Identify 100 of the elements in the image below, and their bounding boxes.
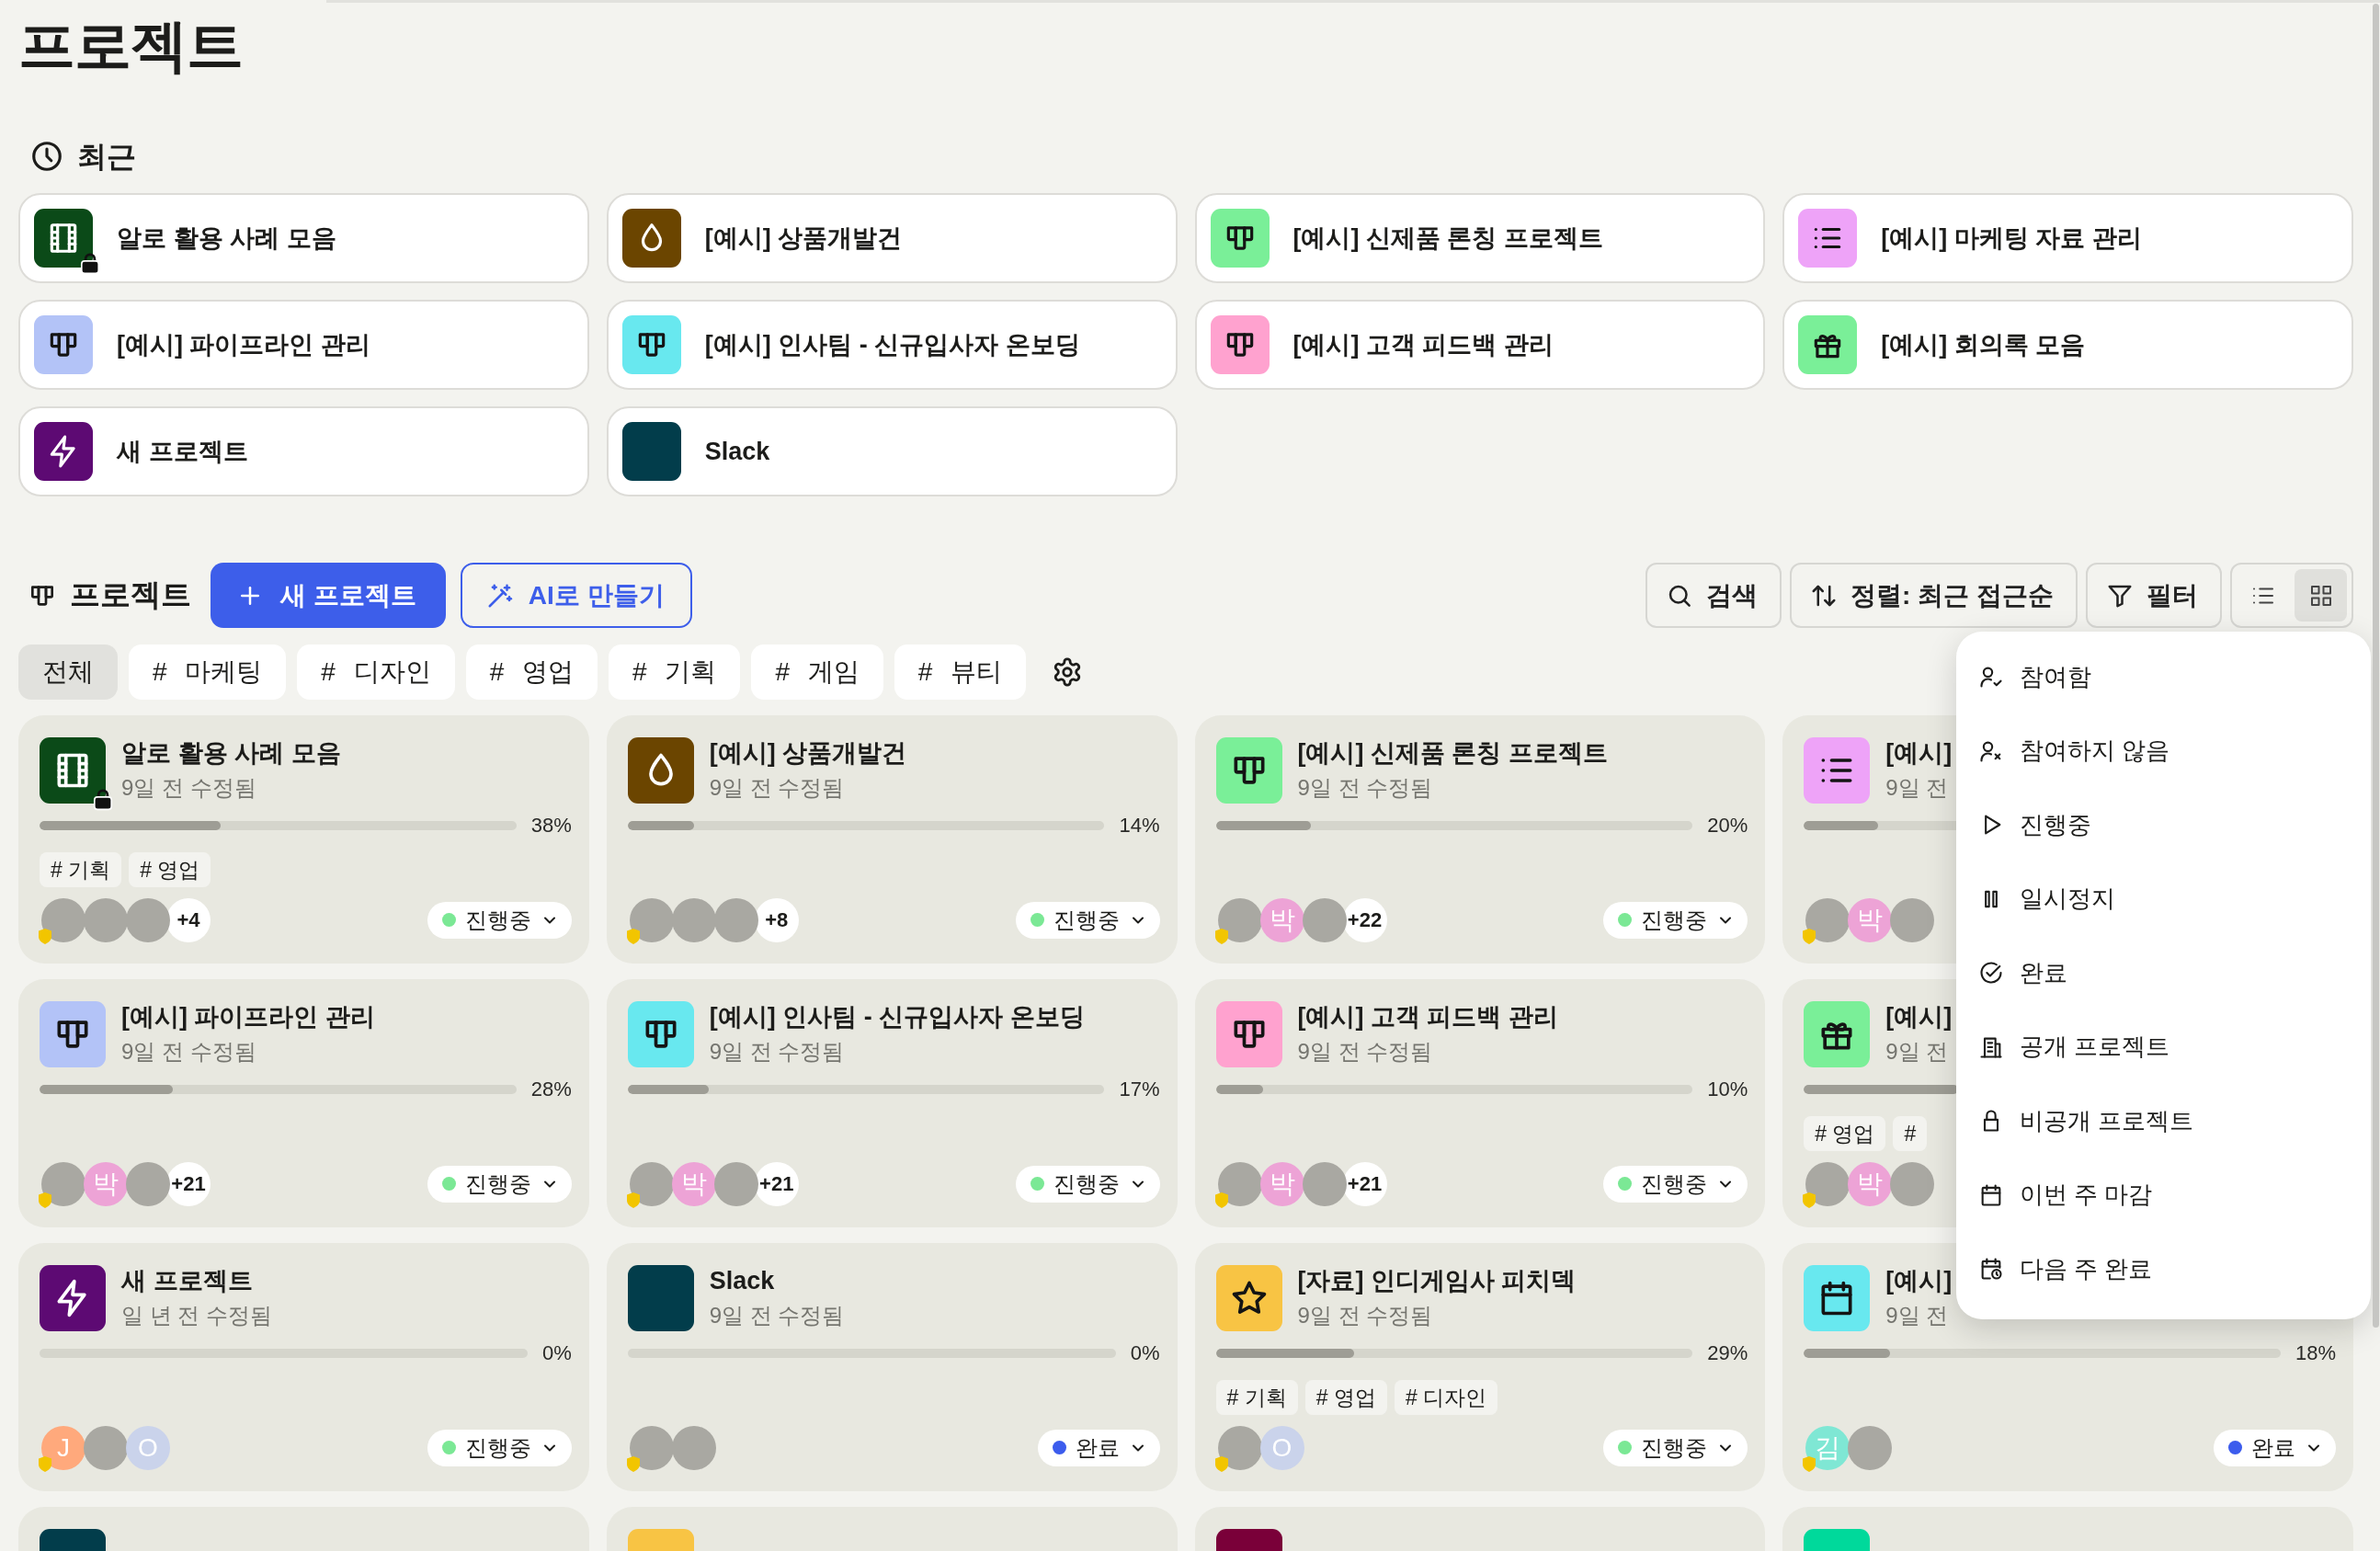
tag: # 기획 — [1215, 1380, 1298, 1415]
recent-project-card[interactable]: 새 프로젝트 — [18, 406, 589, 496]
recent-project-card[interactable]: Slack — [606, 406, 1178, 496]
avatar-placeholder — [1217, 1425, 1262, 1470]
project-card[interactable]: [예시] 신제품 론칭 프로젝트 9일 전 수정됨 20% 박 +22 진행중 — [1194, 715, 1766, 964]
project-card[interactable]: Slack 9일 전 수정됨 0% 완료 — [606, 1243, 1178, 1491]
project-title: [예시] 상품개발건 — [709, 738, 907, 769]
ai-create-button[interactable]: AI로 만들기 — [460, 563, 692, 628]
menu-item[interactable]: 이번 주 마감 — [1956, 1158, 2371, 1232]
modified-time: 9일 전 수정됨 — [709, 1038, 846, 1066]
modified-time: 9일 전 — [1885, 1038, 1950, 1066]
modified-time: 9일 전 — [1885, 1302, 1950, 1329]
progress-percent: 14% — [1119, 814, 1160, 838]
more-members-count: +4 — [166, 897, 211, 942]
menu-item[interactable]: 완료 — [1956, 936, 2371, 1010]
avatar-placeholder — [41, 1161, 85, 1206]
tag-filter[interactable]: # 영업 — [465, 644, 598, 700]
status-dropdown[interactable]: 완료 — [1037, 1429, 1160, 1466]
modified-time: 9일 전 수정됨 — [1297, 774, 1434, 802]
progress-percent: 29% — [1707, 1341, 1748, 1365]
status-dropdown[interactable]: 진행중 — [427, 1429, 572, 1466]
letter-avatar: 박 — [1259, 897, 1304, 942]
menu-item[interactable]: 비공개 프로젝트 — [1956, 1084, 2371, 1158]
project-card[interactable]: 알로 활용 사례 모음 9일 전 수정됨 38% # 기획 # 영업 +4 진행중 — [18, 715, 589, 964]
project-title: [예시] — [1885, 1266, 1953, 1296]
recent-project-card[interactable]: [예시] 상품개발건 — [606, 193, 1178, 283]
section-title: 최근 — [77, 139, 136, 175]
tag-filter[interactable]: 전체 — [18, 644, 118, 700]
letter-avatar: 박 — [1848, 897, 1893, 942]
project-card[interactable] — [18, 1507, 589, 1551]
status-dropdown[interactable]: 진행중 — [1015, 901, 1160, 939]
letter-avatar: 김 — [1805, 1425, 1850, 1470]
recent-project-card[interactable]: [예시] 고객 피드백 관리 — [1194, 300, 1766, 390]
page-title: 프로젝트 — [18, 17, 243, 75]
tag-filter[interactable]: # 마케팅 — [129, 644, 287, 700]
recent-project-card[interactable]: [예시] 파이프라인 관리 — [18, 300, 589, 390]
modified-time: 9일 전 — [1885, 774, 1950, 802]
menu-item[interactable]: 참여함 — [1956, 640, 2371, 714]
progress-percent: 18% — [2295, 1341, 2336, 1365]
progress-percent: 0% — [541, 1341, 572, 1365]
recent-project-card[interactable]: [예시] 인사팀 - 신규입사자 온보딩 — [606, 300, 1178, 390]
status-dropdown[interactable]: 진행중 — [1603, 901, 1748, 939]
project-title: [예시] 파이프라인 관리 — [121, 1002, 375, 1032]
avatar-placeholder — [1217, 1161, 1262, 1206]
tag-filter[interactable]: # 게임 — [751, 644, 883, 700]
status-dropdown[interactable]: 진행중 — [1015, 1165, 1160, 1203]
project-card[interactable]: [예시] 상품개발건 9일 전 수정됨 14% +8 진행중 — [606, 715, 1178, 964]
menu-item[interactable]: 진행중 — [1956, 788, 2371, 862]
project-title: [예시] — [1885, 1002, 1953, 1032]
tag: # 영업 — [129, 852, 211, 887]
modified-time: 9일 전 수정됨 — [1297, 1302, 1434, 1329]
menu-item[interactable]: 일시정지 — [1956, 861, 2371, 936]
letter-avatar: J — [41, 1425, 85, 1470]
recent-project-card[interactable]: [예시] 신제품 론칭 프로젝트 — [1194, 193, 1766, 283]
status-dropdown[interactable]: 진행중 — [427, 1165, 572, 1203]
check-circle-icon — [1978, 960, 2004, 986]
letter-avatar: 박 — [1259, 1161, 1304, 1206]
letter-avatar: 박 — [671, 1161, 716, 1206]
recent-project-card[interactable]: [예시] 회의록 모음 — [1782, 300, 2353, 390]
tag: # 기획 — [40, 852, 122, 887]
status-dropdown[interactable]: 완료 — [2214, 1429, 2336, 1466]
progress-percent: 28% — [530, 1078, 572, 1101]
avatar-placeholder — [1217, 897, 1262, 942]
sort-button[interactable]: 정렬: 최근 접근순 — [1790, 563, 2078, 628]
progress-percent: 38% — [530, 814, 572, 838]
search-button[interactable]: 검색 — [1646, 563, 1782, 628]
new-project-button[interactable]: 새 프로젝트 — [211, 563, 446, 628]
project-title: [예시] 고객 피드백 관리 — [1297, 1002, 1558, 1032]
tag: # 영업 — [1804, 1116, 1886, 1151]
scrollbar[interactable] — [2373, 4, 2379, 1328]
grid-view-button[interactable] — [2295, 569, 2347, 622]
project-title: 알로 활용 사례 모음 — [121, 738, 341, 769]
modified-time: 9일 전 수정됨 — [709, 1302, 845, 1329]
tag: # 디자인 — [1394, 1380, 1498, 1415]
recent-project-card[interactable]: [예시] 마케팅 자료 관리 — [1782, 193, 2353, 283]
avatar-placeholder — [1805, 1161, 1850, 1206]
project-card[interactable]: [예시] 고객 피드백 관리 9일 전 수정됨 10% 박 +21 진행중 — [1194, 979, 1766, 1227]
progress-percent: 17% — [1119, 1078, 1160, 1101]
tag: # — [1893, 1116, 1928, 1151]
progress-percent: 10% — [1707, 1078, 1748, 1101]
project-card[interactable]: [예시] 인사팀 - 신규입사자 온보딩 9일 전 수정됨 17% 박 +21 진행중 — [606, 979, 1178, 1227]
progress-percent: 20% — [1707, 814, 1748, 838]
status-dropdown[interactable]: 진행중 — [1603, 1165, 1748, 1203]
recent-project-card[interactable]: 알로 활용 사례 모음 — [18, 193, 589, 283]
tag: # 영업 — [1304, 1380, 1387, 1415]
tag-filter[interactable]: # 디자인 — [297, 644, 455, 700]
project-title: [예시] 인사팀 - 신규입사자 온보딩 — [709, 1002, 1085, 1032]
letter-avatar: 박 — [84, 1161, 128, 1206]
project-card[interactable]: [예시] 파이프라인 관리 9일 전 수정됨 28% 박 +21 진행중 — [18, 979, 589, 1227]
avatar-placeholder — [629, 1161, 674, 1206]
filter-button[interactable]: 필터 — [2086, 563, 2222, 628]
status-dropdown[interactable]: 진행중 — [1603, 1429, 1748, 1466]
tag-filter[interactable]: # 기획 — [609, 644, 741, 700]
menu-item[interactable]: 공개 프로젝트 — [1956, 1009, 2371, 1084]
tag-filter[interactable]: # 뷰티 — [894, 644, 1027, 700]
project-card[interactable] — [1194, 1507, 1766, 1551]
menu-item[interactable]: 참여하지 않음 — [1956, 713, 2371, 788]
status-dropdown[interactable]: 진행중 — [427, 901, 572, 939]
avatar-placeholder — [41, 897, 85, 942]
modified-time: 9일 전 수정됨 — [121, 774, 257, 802]
